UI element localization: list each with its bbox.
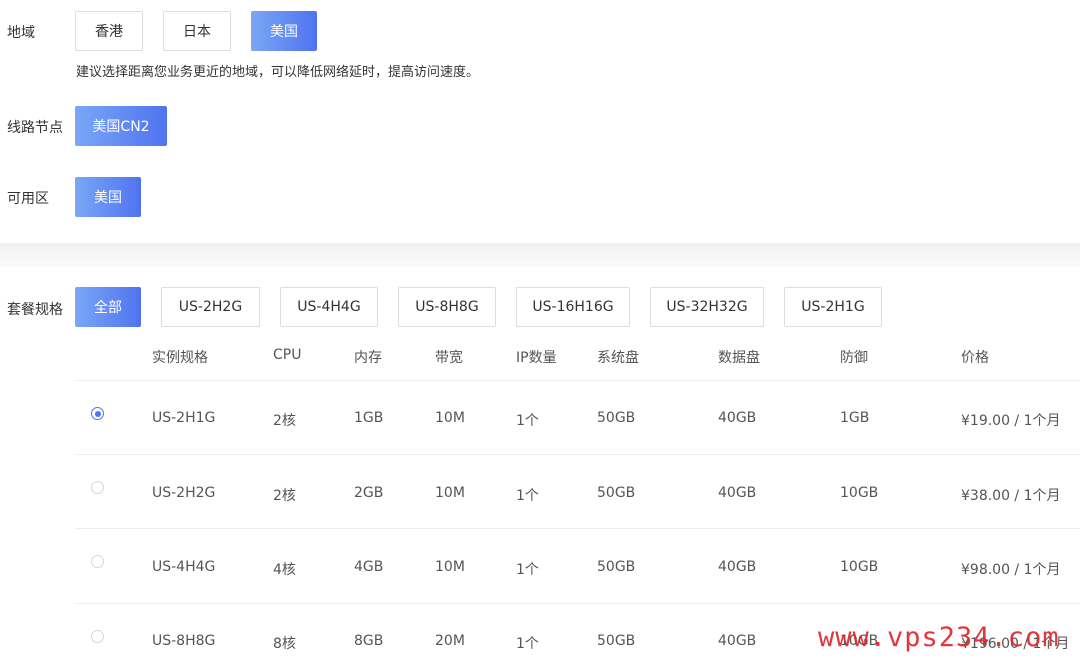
cell-instance: US-2H2G xyxy=(152,485,216,501)
zone-option-usa[interactable]: 美国 xyxy=(75,177,141,217)
plan-filter-us-2h2g[interactable]: US-2H2G xyxy=(161,287,260,327)
cell-system-disk: 50GB xyxy=(597,633,636,649)
cell-data-disk: 40GB xyxy=(718,410,757,426)
region-label: 地域 xyxy=(7,25,35,41)
cell-cpu: 2核 xyxy=(273,413,296,429)
region-hint: 建议选择距离您业务更近的地域，可以降低网络延时，提高访问速度。 xyxy=(76,65,480,80)
plan-filter-us-2h1g[interactable]: US-2H1G xyxy=(784,287,882,327)
cell-defense: 10GB xyxy=(840,485,879,501)
region-option-japan[interactable]: 日本 xyxy=(163,11,231,51)
plan-filter-us-16h16g[interactable]: US-16H16G xyxy=(516,287,630,327)
cell-price: ¥98.00 / 1个月 xyxy=(961,562,1061,578)
column-header-bandwidth: 带宽 xyxy=(435,350,463,366)
cell-instance: US-4H4G xyxy=(152,559,216,575)
cell-price: ¥19.00 / 1个月 xyxy=(961,413,1061,429)
cell-data-disk: 40GB xyxy=(718,485,757,501)
cell-memory: 1GB xyxy=(354,410,384,426)
cell-memory: 4GB xyxy=(354,559,384,575)
region-option-usa[interactable]: 美国 xyxy=(251,11,317,51)
cell-cpu: 4核 xyxy=(273,562,296,578)
column-header-instance: 实例规格 xyxy=(152,350,208,366)
plan-filter-us-32h32g[interactable]: US-32H32G xyxy=(650,287,764,327)
column-header-memory: 内存 xyxy=(354,350,382,366)
section-divider xyxy=(0,243,1080,267)
cell-bandwidth: 20M xyxy=(435,633,465,649)
cell-system-disk: 50GB xyxy=(597,410,636,426)
column-header-data-disk: 数据盘 xyxy=(718,350,760,366)
cell-system-disk: 50GB xyxy=(597,559,636,575)
cell-memory: 2GB xyxy=(354,485,384,501)
column-header-cpu: CPU xyxy=(273,347,302,363)
cell-data-disk: 40GB xyxy=(718,559,757,575)
column-header-price: 价格 xyxy=(961,350,989,366)
row-radio[interactable] xyxy=(91,555,104,568)
table-row[interactable]: US-2H1G 2核 1GB 10M 1个 50GB 40GB 1GB ¥19.… xyxy=(75,381,1080,455)
cell-cpu: 8核 xyxy=(273,636,296,652)
cell-data-disk: 40GB xyxy=(718,633,757,649)
cell-cpu: 2核 xyxy=(273,488,296,504)
cell-system-disk: 50GB xyxy=(597,485,636,501)
column-header-defense: 防御 xyxy=(840,350,868,366)
row-radio[interactable] xyxy=(91,630,104,643)
cell-bandwidth: 10M xyxy=(435,485,465,501)
table-row[interactable]: US-4H4G 4核 4GB 10M 1个 50GB 40GB 10GB ¥98… xyxy=(75,529,1080,603)
cell-instance: US-2H1G xyxy=(152,410,216,426)
cell-ip-count: 1个 xyxy=(516,636,539,652)
cell-defense: 1GB xyxy=(840,410,870,426)
zone-label: 可用区 xyxy=(7,191,49,207)
region-option-hongkong[interactable]: 香港 xyxy=(75,11,143,51)
plan-filter-us-8h8g[interactable]: US-8H8G xyxy=(398,287,496,327)
cell-instance: US-8H8G xyxy=(152,633,216,649)
cell-memory: 8GB xyxy=(354,633,384,649)
site-watermark: www.vps234.com xyxy=(818,622,1060,653)
column-header-ip-count: IP数量 xyxy=(516,350,557,366)
row-radio[interactable] xyxy=(91,407,104,420)
plan-filter-all[interactable]: 全部 xyxy=(75,287,141,327)
cell-ip-count: 1个 xyxy=(516,488,539,504)
table-row[interactable]: US-2H2G 2核 2GB 10M 1个 50GB 40GB 10GB ¥38… xyxy=(75,455,1080,529)
plan-filter-us-4h4g[interactable]: US-4H4G xyxy=(280,287,378,327)
route-label: 线路节点 xyxy=(7,120,63,136)
cell-ip-count: 1个 xyxy=(516,413,539,429)
cell-price: ¥38.00 / 1个月 xyxy=(961,488,1061,504)
cell-bandwidth: 10M xyxy=(435,559,465,575)
cell-bandwidth: 10M xyxy=(435,410,465,426)
plans-label: 套餐规格 xyxy=(7,302,63,318)
cell-defense: 10GB xyxy=(840,559,879,575)
cell-ip-count: 1个 xyxy=(516,562,539,578)
route-option-us-cn2[interactable]: 美国CN2 xyxy=(75,106,167,146)
order-page: 地域 香港 日本 美国 建议选择距离您业务更近的地域，可以降低网络延时，提高访问… xyxy=(0,0,1080,661)
row-radio[interactable] xyxy=(91,481,104,494)
column-header-system-disk: 系统盘 xyxy=(597,350,639,366)
